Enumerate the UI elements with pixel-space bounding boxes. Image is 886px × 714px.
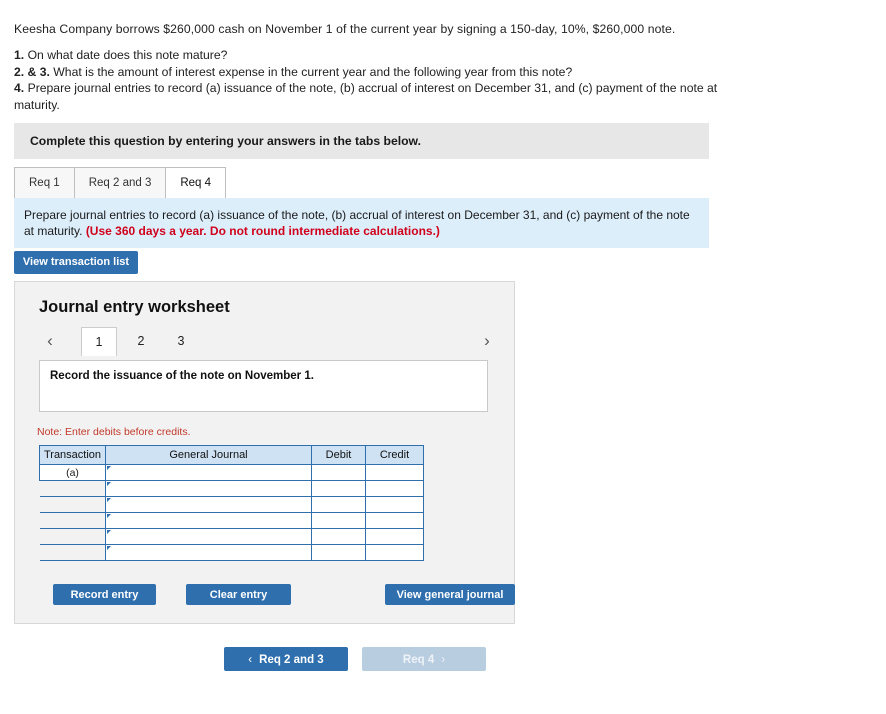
view-transaction-list-button[interactable]: View transaction list <box>14 251 138 274</box>
table-row <box>39 544 424 561</box>
requirement-1-number: 1. <box>14 48 25 62</box>
column-header-debit: Debit <box>311 445 366 465</box>
column-header-general-journal: General Journal <box>105 445 312 465</box>
tab-req-4[interactable]: Req 4 <box>165 167 227 199</box>
cell-credit[interactable] <box>365 464 424 481</box>
requirement-4: 4. Prepare journal entries to record (a)… <box>14 80 734 113</box>
dropdown-caret-icon <box>107 466 111 470</box>
cell-general-journal[interactable] <box>105 496 312 513</box>
requirement-tabs: Req 1 Req 2 and 3 Req 4 <box>14 166 709 199</box>
cell-debit[interactable] <box>311 496 366 513</box>
requirement-1: 1. On what date does this note mature? <box>14 47 734 64</box>
clear-entry-button[interactable]: Clear entry <box>186 584 291 605</box>
cell-credit[interactable] <box>365 512 424 529</box>
table-header-row: Transaction General Journal Debit Credit <box>39 445 424 465</box>
instruction-highlight-text: (Use 360 days a year. Do not round inter… <box>85 224 440 238</box>
nav-next-button[interactable]: Req 4 › <box>362 647 486 671</box>
chevron-left-icon: ‹ <box>248 654 253 666</box>
dropdown-caret-icon <box>107 514 111 518</box>
worksheet-page-1[interactable]: 1 <box>81 327 117 356</box>
requirement-2-3-number: 2. & 3. <box>14 64 50 79</box>
requirements-list: 1. On what date does this note mature? 2… <box>14 47 734 113</box>
dropdown-caret-icon <box>107 530 111 534</box>
column-header-credit: Credit <box>365 445 424 465</box>
cell-debit[interactable] <box>311 464 366 481</box>
worksheet-pager: ‹ 1 2 3 › <box>33 327 498 357</box>
tab-req-1[interactable]: Req 1 <box>14 167 75 198</box>
requirement-2-3: 2. & 3. What is the amount of interest e… <box>14 64 734 81</box>
cell-general-journal[interactable] <box>105 464 312 481</box>
cell-debit[interactable] <box>311 544 366 561</box>
cell-debit[interactable] <box>311 480 366 497</box>
cell-debit[interactable] <box>311 512 366 529</box>
cell-transaction[interactable] <box>39 528 106 545</box>
requirement-1-text: On what date does this note mature? <box>27 48 228 62</box>
worksheet-page-3[interactable]: 3 <box>163 327 199 355</box>
cell-debit[interactable] <box>311 528 366 545</box>
table-row <box>39 480 424 497</box>
cell-credit[interactable] <box>365 528 424 545</box>
problem-statement: Keesha Company borrows $260,000 cash on … <box>14 22 676 36</box>
journal-entry-table: Transaction General Journal Debit Credit… <box>39 445 424 561</box>
complete-question-banner: Complete this question by entering your … <box>14 123 709 159</box>
record-entry-button[interactable]: Record entry <box>53 584 156 605</box>
cell-transaction[interactable] <box>39 496 106 513</box>
table-row: (a) <box>39 464 424 481</box>
dropdown-caret-icon <box>107 498 111 502</box>
chevron-right-icon: › <box>441 654 446 666</box>
complete-question-banner-text: Complete this question by entering your … <box>30 134 421 148</box>
nav-prev-label: Req 2 and 3 <box>259 654 324 666</box>
cell-transaction[interactable]: (a) <box>39 464 106 481</box>
cell-general-journal[interactable] <box>105 528 312 545</box>
debits-before-credits-note: Note: Enter debits before credits. <box>37 426 191 438</box>
requirement-4-text: Prepare journal entries to record (a) is… <box>14 81 718 112</box>
cell-transaction[interactable] <box>39 480 106 497</box>
entry-prompt-box: Record the issuance of the note on Novem… <box>39 360 488 412</box>
chevron-left-icon[interactable]: ‹ <box>39 327 61 355</box>
cell-general-journal[interactable] <box>105 480 312 497</box>
cell-general-journal[interactable] <box>105 512 312 529</box>
table-row <box>39 512 424 529</box>
chevron-right-icon[interactable]: › <box>476 327 498 355</box>
dropdown-caret-icon <box>107 546 111 550</box>
column-header-transaction: Transaction <box>39 445 106 465</box>
requirement-4-number: 4. <box>14 81 25 95</box>
cell-transaction[interactable] <box>39 512 106 529</box>
nav-prev-button[interactable]: ‹ Req 2 and 3 <box>224 647 348 671</box>
cell-transaction[interactable] <box>39 544 106 561</box>
cell-credit[interactable] <box>365 480 424 497</box>
dropdown-caret-icon <box>107 482 111 486</box>
table-row <box>39 528 424 545</box>
cell-general-journal[interactable] <box>105 544 312 561</box>
worksheet-title: Journal entry worksheet <box>39 298 230 316</box>
journal-entry-worksheet-panel: Journal entry worksheet ‹ 1 2 3 › Record… <box>14 281 515 624</box>
instruction-banner: Prepare journal entries to record (a) is… <box>14 198 709 248</box>
exercise-page: Keesha Company borrows $260,000 cash on … <box>0 0 886 714</box>
cell-credit[interactable] <box>365 544 424 561</box>
requirement-2-3-text: What is the amount of interest expense i… <box>53 64 573 79</box>
view-general-journal-button[interactable]: View general journal <box>385 584 515 605</box>
tab-req-2-and-3[interactable]: Req 2 and 3 <box>73 167 167 198</box>
worksheet-page-2[interactable]: 2 <box>123 327 159 355</box>
nav-next-label: Req 4 <box>402 654 435 666</box>
table-row <box>39 496 424 513</box>
cell-credit[interactable] <box>365 496 424 513</box>
